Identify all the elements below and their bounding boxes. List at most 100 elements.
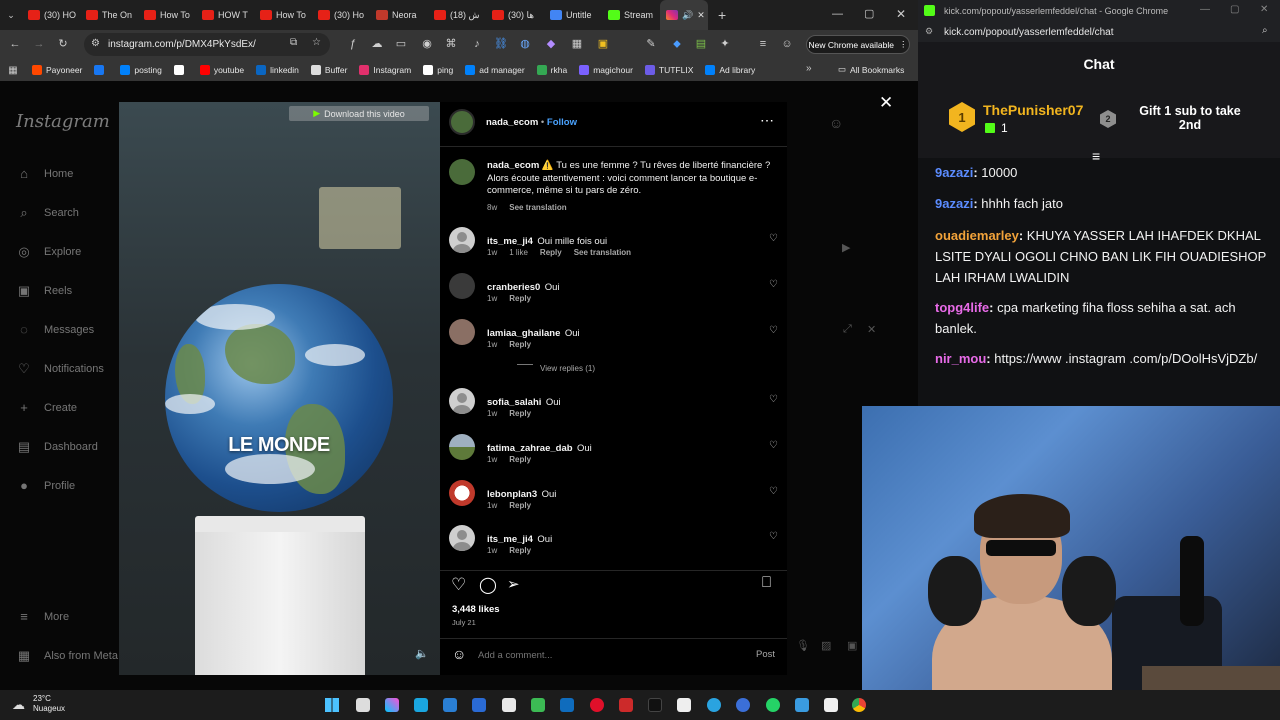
extension-tiktok-icon[interactable]: ♪: [470, 37, 484, 51]
bookmark-item[interactable]: Instagram: [353, 65, 417, 75]
chat-username[interactable]: topg4life: [935, 300, 989, 315]
comment-bubble-icon[interactable]: ◯: [479, 575, 497, 595]
reply-link[interactable]: Reply: [509, 546, 531, 555]
commenter-avatar[interactable]: [449, 388, 475, 414]
back-icon[interactable]: ←: [8, 37, 22, 51]
app-blue-icon[interactable]: [472, 698, 486, 712]
profile-avatar-icon[interactable]: ☺: [780, 37, 794, 51]
app-gear-icon[interactable]: [443, 698, 457, 712]
close-window-button[interactable]: ✕: [896, 7, 906, 21]
reload-icon[interactable]: ↻: [56, 37, 70, 51]
commenter-avatar[interactable]: [449, 273, 475, 299]
browser-tab[interactable]: HOW T: [196, 0, 254, 30]
browser-tab[interactable]: How To: [254, 0, 312, 30]
comment-like-heart-icon[interactable]: ♡: [769, 233, 778, 244]
save-bookmark-icon[interactable]: ⎕: [762, 574, 771, 591]
browser-tab[interactable]: (30) ها: [486, 0, 544, 30]
whatsapp-icon[interactable]: [766, 698, 780, 712]
commenter-username[interactable]: its_me_ji4: [487, 236, 533, 247]
likes-count[interactable]: 3,448 likes: [452, 604, 500, 615]
all-bookmarks[interactable]: ▭ All Bookmarks: [832, 64, 910, 75]
bookmark-item[interactable]: ad manager: [459, 65, 530, 75]
share-send-icon[interactable]: ➢: [507, 575, 520, 593]
post-comment-button[interactable]: Post: [756, 649, 775, 660]
chrome-icon[interactable]: [852, 698, 866, 712]
browser-tab[interactable]: Untitle: [544, 0, 602, 30]
zoom-search-icon[interactable]: ⌕: [1262, 25, 1268, 36]
browser-tab[interactable]: Neora: [370, 0, 428, 30]
windows-start-icon[interactable]: [325, 698, 339, 712]
bookmark-item[interactable]: youtube: [194, 65, 250, 75]
commenter-avatar[interactable]: [449, 434, 475, 460]
commenter-username[interactable]: fatima_zahrae_dab: [487, 443, 573, 454]
like-heart-icon[interactable]: ♡: [451, 575, 466, 595]
bookmark-item[interactable]: Ad library: [699, 65, 761, 75]
author-avatar[interactable]: [449, 109, 475, 135]
extension-f-icon[interactable]: ƒ: [346, 37, 360, 51]
comment-like-heart-icon[interactable]: ♡: [769, 279, 778, 290]
see-translation-link[interactable]: See translation: [509, 203, 566, 212]
app-l-icon[interactable]: [414, 698, 428, 712]
download-video-button[interactable]: ▶ Download this video: [289, 106, 429, 121]
reply-link[interactable]: Reply: [540, 248, 562, 257]
browser-tab[interactable]: How To: [138, 0, 196, 30]
tab-search-icon[interactable]: ⌄: [0, 10, 22, 21]
chrome-update-button[interactable]: New Chrome available ⋮: [806, 35, 910, 54]
extension-tag-icon[interactable]: ⬥: [670, 37, 684, 51]
extension-sheet-icon[interactable]: ▤: [694, 37, 708, 51]
browser-tab[interactable]: (30) HO: [22, 0, 80, 30]
extension-camera-icon[interactable]: ◉: [420, 37, 434, 51]
extensions-puzzle-icon[interactable]: ✦: [718, 37, 732, 51]
reply-link[interactable]: Reply: [509, 409, 531, 418]
comment-like-heart-icon[interactable]: ♡: [769, 486, 778, 497]
bookmark-star-icon[interactable]: ☆: [312, 37, 321, 48]
add-comment-input[interactable]: [478, 647, 738, 663]
reel-video[interactable]: LE MONDE ▶ Download this video 🔈: [119, 102, 440, 675]
notion-icon[interactable]: [824, 698, 838, 712]
bookmark-item[interactable]: magichour: [573, 65, 639, 75]
bookmark-item[interactable]: linkedin: [250, 65, 305, 75]
commenter-avatar[interactable]: [449, 525, 475, 551]
gift-sub-cta[interactable]: Gift 1 sub to take 2nd: [1130, 104, 1250, 132]
reply-link[interactable]: Reply: [509, 501, 531, 510]
see-translation-link[interactable]: See translation: [574, 248, 631, 257]
bookmark-item[interactable]: Buffer: [305, 65, 354, 75]
bookmark-item[interactable]: ping: [417, 65, 459, 75]
bookmarks-overflow-icon[interactable]: »: [806, 63, 812, 74]
popout-address-bar[interactable]: ⚙ kick.com/popout/yasserlemfeddel/chat ⌕: [918, 22, 1280, 42]
bookmark-item[interactable]: [88, 65, 114, 75]
minimize-button[interactable]: —: [832, 8, 843, 20]
address-bar[interactable]: ⚙ instagram.com/p/DMX4PkYsdEx/ ⧉ ☆: [84, 33, 330, 56]
extension-screen-icon[interactable]: ▭: [394, 37, 408, 51]
browser-tab[interactable]: (30) Ho: [312, 0, 370, 30]
extension-globe-icon[interactable]: ◍: [518, 37, 532, 51]
extension-pen-icon[interactable]: ✎: [644, 37, 658, 51]
comment-like-heart-icon[interactable]: ♡: [769, 531, 778, 542]
app-red-icon[interactable]: [619, 698, 633, 712]
bookmark-item[interactable]: [168, 65, 194, 75]
media-control-icon[interactable]: ≡: [756, 37, 770, 51]
opera-icon[interactable]: [590, 698, 604, 712]
extension-badge-icon[interactable]: ◆: [544, 37, 558, 51]
comment-like-heart-icon[interactable]: ♡: [769, 440, 778, 451]
app-circle-icon[interactable]: [736, 698, 750, 712]
tab-instagram-active[interactable]: 🔊 ✕: [660, 0, 708, 30]
commenter-username[interactable]: sofia_salahi: [487, 397, 541, 408]
extension-grid-icon[interactable]: ▦: [570, 37, 584, 51]
volume-icon[interactable]: 🔈: [415, 647, 429, 660]
commenter-avatar[interactable]: [449, 227, 475, 253]
author-username[interactable]: nada_ecom: [486, 117, 538, 128]
gifter-leaderboard[interactable]: 1 ThePunisher07 1 2 Gift 1 sub to take 2…: [918, 86, 1280, 164]
extension-link-icon[interactable]: ⛓: [494, 37, 508, 51]
browser-tab[interactable]: The On: [80, 0, 138, 30]
comment-like-heart-icon[interactable]: ♡: [769, 325, 778, 336]
tiktok-icon[interactable]: [648, 698, 662, 712]
comment-likes[interactable]: 1 like: [509, 248, 528, 257]
follow-button[interactable]: Follow: [547, 117, 577, 128]
more-options-icon[interactable]: ⋯: [760, 112, 774, 129]
reply-link[interactable]: Reply: [509, 455, 531, 464]
extension-code-icon[interactable]: ⌘: [444, 37, 458, 51]
copilot-icon[interactable]: [385, 698, 399, 712]
app-photo-icon[interactable]: [795, 698, 809, 712]
new-tab-button[interactable]: +: [718, 7, 726, 23]
